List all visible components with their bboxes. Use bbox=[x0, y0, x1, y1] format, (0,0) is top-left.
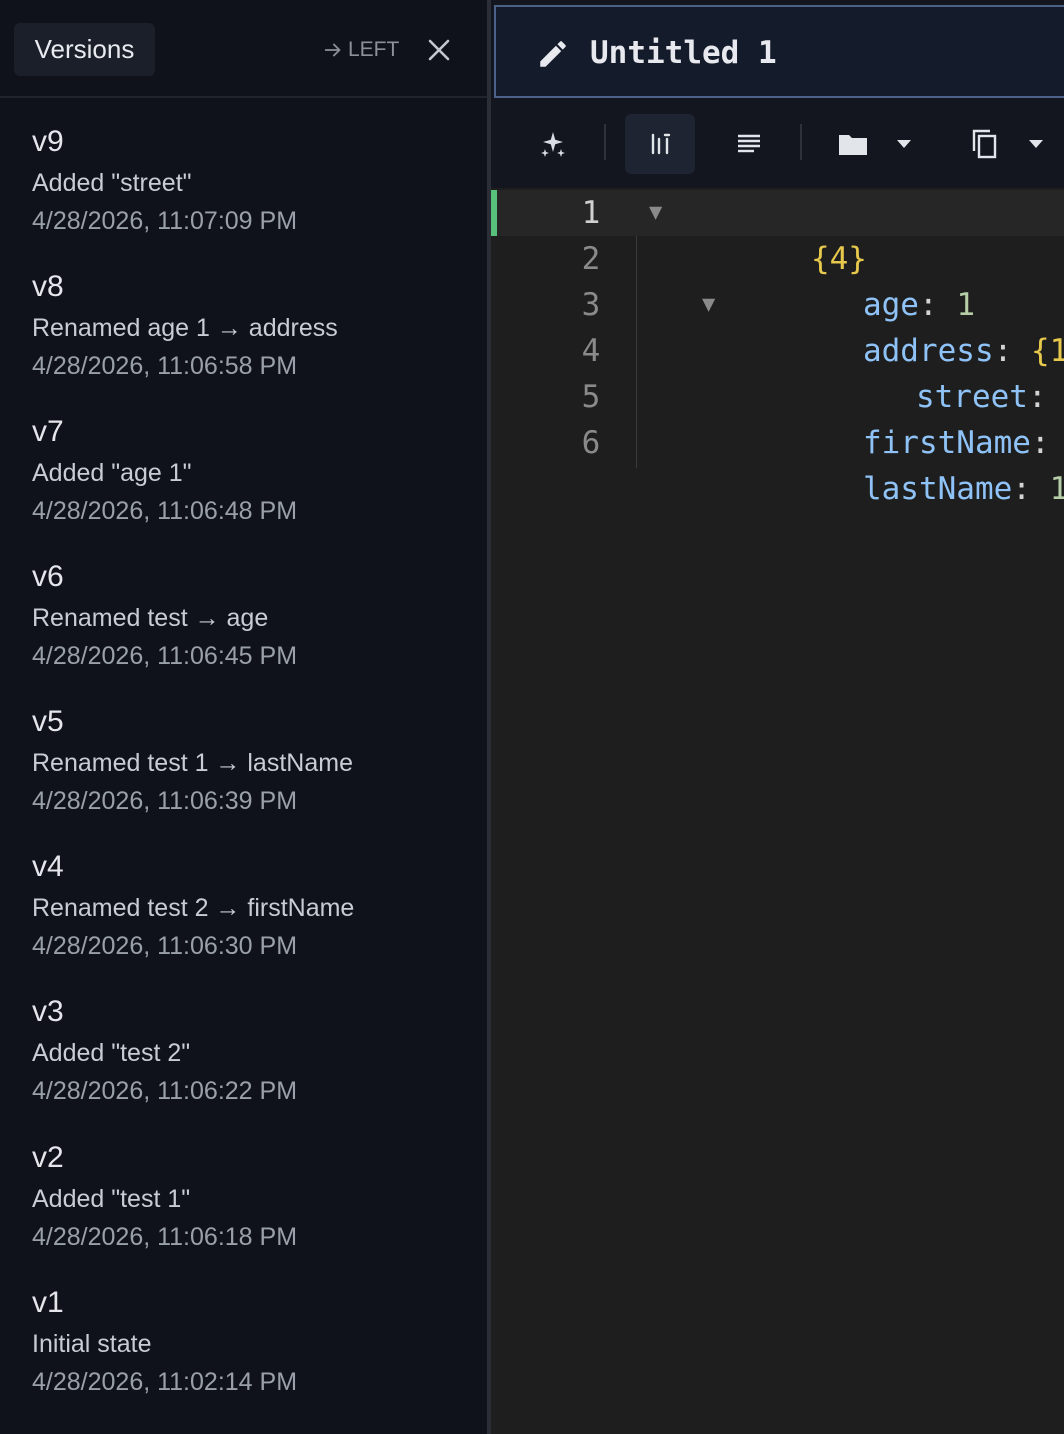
version-label: v1 bbox=[32, 1286, 64, 1319]
version-description: Added "test 2" bbox=[32, 1039, 191, 1067]
version-label: v5 bbox=[32, 705, 64, 738]
json-key: lastName bbox=[862, 471, 1013, 507]
version-label: v6 bbox=[32, 560, 64, 593]
versions-panel-header: Versions LEFT bbox=[0, 0, 487, 98]
version-timestamp: 4/28/2026, 11:06:58 PM bbox=[32, 352, 298, 380]
version-description: Renamed test → age bbox=[32, 604, 269, 632]
version-timestamp: 4/28/2026, 11:07:09 PM bbox=[32, 207, 298, 235]
version-description: Initial state bbox=[32, 1330, 152, 1358]
version-timestamp: 4/28/2026, 11:02:14 PM bbox=[32, 1368, 298, 1396]
version-label: v7 bbox=[32, 415, 64, 448]
line-number: 2 bbox=[581, 241, 601, 277]
sparkle-button[interactable] bbox=[529, 114, 577, 174]
fold-toggle-icon[interactable]: ▼ bbox=[649, 190, 662, 236]
copy-icon bbox=[972, 129, 997, 159]
version-item[interactable]: v3 Added "test 2" 4/28/2026, 11:06:22 PM bbox=[32, 970, 472, 1110]
json-value: 1 bbox=[1049, 471, 1064, 507]
close-icon[interactable] bbox=[424, 35, 454, 65]
open-file-button[interactable] bbox=[828, 114, 878, 174]
version-item[interactable]: v7 Added "age 1" 4/28/2026, 11:06:48 PM bbox=[32, 390, 472, 530]
chevron-down-icon bbox=[1029, 140, 1043, 148]
tab-bar: Untitled 1 bbox=[491, 0, 1064, 100]
line-number: 1 bbox=[581, 195, 601, 231]
sparkle-icon bbox=[541, 132, 565, 157]
toolbar-separator bbox=[604, 124, 606, 160]
code-area[interactable]: 1 2 3 4 5 6 ▼ ▼ {4} age: 1 address: {1} … bbox=[491, 188, 1064, 1434]
version-description: Renamed age 1 → address bbox=[32, 314, 338, 342]
version-item[interactable]: v6 Renamed test → age 4/28/2026, 11:06:4… bbox=[32, 535, 472, 675]
line-number: 6 bbox=[581, 425, 601, 461]
change-marker bbox=[491, 190, 497, 236]
chevron-down-icon bbox=[897, 140, 911, 148]
versions-title: Versions bbox=[14, 23, 155, 76]
versions-panel: Versions LEFT v9 Added "street" 4/28/202… bbox=[0, 0, 487, 1434]
version-label: v9 bbox=[32, 125, 64, 158]
version-description: Added "street" bbox=[32, 169, 192, 197]
version-item[interactable]: v1 Initial state 4/28/2026, 11:02:14 PM bbox=[32, 1261, 472, 1401]
format-button[interactable] bbox=[721, 114, 777, 174]
version-label: v8 bbox=[32, 270, 64, 303]
arrow-right-icon bbox=[324, 43, 341, 57]
line-number: 5 bbox=[581, 379, 601, 415]
json-separator: : bbox=[1012, 471, 1031, 507]
move-left-label: LEFT bbox=[348, 38, 400, 61]
toolbar-separator bbox=[800, 124, 802, 160]
version-item[interactable]: v4 Renamed test 2 → firstName 4/28/2026,… bbox=[32, 825, 472, 965]
version-item[interactable]: v2 Added "test 1" 4/28/2026, 11:06:18 PM bbox=[32, 1116, 472, 1256]
editor-toolbar bbox=[491, 100, 1064, 188]
pencil-icon[interactable] bbox=[536, 37, 570, 71]
version-description: Renamed test 2 → firstName bbox=[32, 894, 355, 922]
version-timestamp: 4/28/2026, 11:06:48 PM bbox=[32, 497, 298, 525]
version-label: v2 bbox=[32, 1141, 64, 1174]
copy-button[interactable] bbox=[959, 114, 1009, 174]
version-item[interactable]: v5 Renamed test 1 → lastName 4/28/2026, … bbox=[32, 680, 472, 820]
tab-title: Untitled 1 bbox=[590, 35, 777, 71]
split-columns-icon bbox=[651, 133, 671, 155]
json-editor: Untitled 1 1 2 3 4 5 6 ▼ ▼ {4} age: 1 ad… bbox=[491, 0, 1064, 1434]
folder-icon bbox=[839, 135, 867, 155]
tab-untitled[interactable]: Untitled 1 bbox=[494, 5, 1064, 98]
split-view-button[interactable] bbox=[625, 114, 695, 174]
version-label: v3 bbox=[32, 995, 64, 1028]
line-number: 4 bbox=[581, 333, 601, 369]
code-line: lastName: 1 bbox=[751, 420, 1064, 558]
line-number: 3 bbox=[581, 287, 601, 323]
version-label: v4 bbox=[32, 850, 64, 883]
indent-guide bbox=[636, 236, 637, 468]
move-left-button[interactable]: LEFT bbox=[322, 34, 399, 66]
open-file-menu-button[interactable] bbox=[889, 114, 919, 174]
version-timestamp: 4/28/2026, 11:06:45 PM bbox=[32, 642, 298, 670]
version-description: Added "test 1" bbox=[32, 1185, 191, 1213]
version-timestamp: 4/28/2026, 11:06:22 PM bbox=[32, 1077, 298, 1105]
version-timestamp: 4/28/2026, 11:06:30 PM bbox=[32, 932, 298, 960]
version-timestamp: 4/28/2026, 11:06:39 PM bbox=[32, 787, 298, 815]
format-lines-icon bbox=[738, 134, 760, 153]
version-timestamp: 4/28/2026, 11:06:18 PM bbox=[32, 1223, 298, 1251]
version-description: Added "age 1" bbox=[32, 459, 192, 487]
version-description: Renamed test 1 → lastName bbox=[32, 749, 353, 777]
copy-menu-button[interactable] bbox=[1021, 114, 1051, 174]
version-item[interactable]: v8 Renamed age 1 → address 4/28/2026, 11… bbox=[32, 245, 472, 385]
version-item[interactable]: v9 Added "street" 4/28/2026, 11:07:09 PM bbox=[32, 100, 472, 240]
